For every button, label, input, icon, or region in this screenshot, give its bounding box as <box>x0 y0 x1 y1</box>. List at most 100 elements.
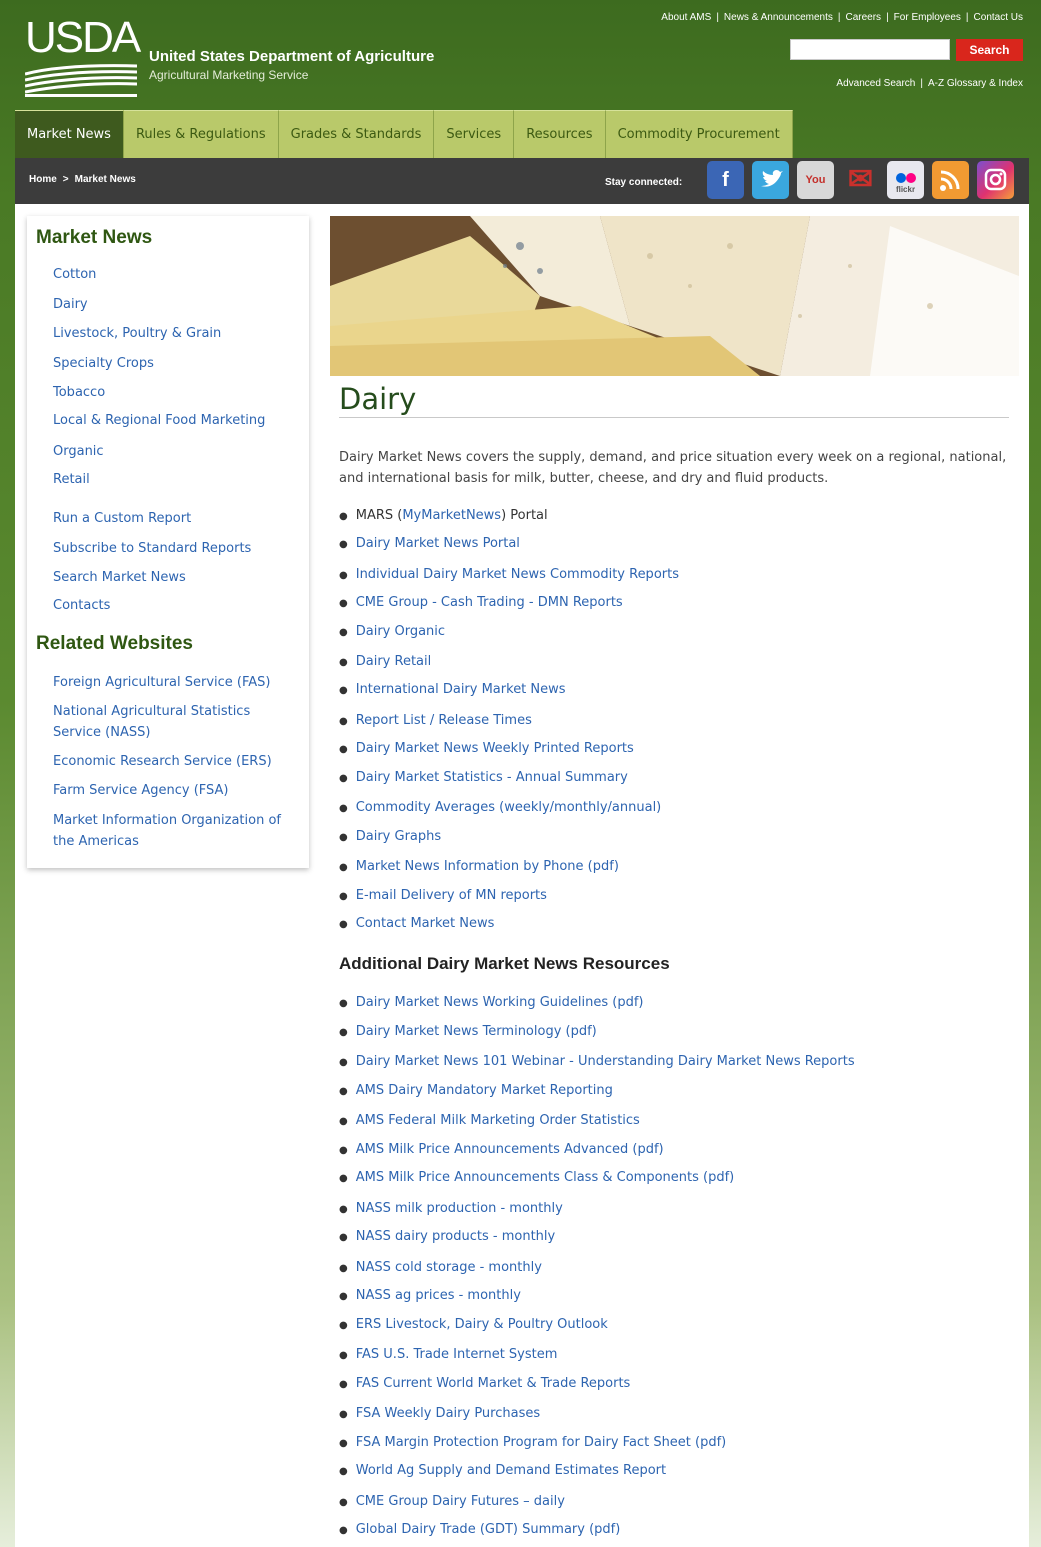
sidebar-item-organic[interactable]: Organic <box>53 441 298 462</box>
sidebar-item-dairy[interactable]: Dairy <box>53 294 298 315</box>
sidebar-item-local-regional[interactable]: Local & Regional Food Marketing <box>53 410 298 431</box>
link-fsa-margin-protection[interactable]: FSA Margin Protection Program for Dairy … <box>356 1435 727 1450</box>
link-dairy-graphs[interactable]: Dairy Graphs <box>356 829 441 844</box>
link-nass-cold-storage[interactable]: NASS cold storage - monthly <box>356 1260 542 1275</box>
list-item: ● Dairy Graphs <box>339 829 442 844</box>
list-item: ● AMS Milk Price Announcements Advanced (… <box>339 1142 664 1157</box>
list-item: ● Dairy Market Statistics - Annual Summar… <box>339 770 628 785</box>
sidebar-item-livestock-poultry-grain[interactable]: Livestock, Poultry & Grain <box>53 323 298 344</box>
list-item: ● NASS ag prices - monthly <box>339 1288 521 1303</box>
link-dairy-retail[interactable]: Dairy Retail <box>356 654 432 669</box>
link-nass-dairy-products[interactable]: NASS dairy products - monthly <box>356 1229 555 1244</box>
facebook-icon[interactable]: f <box>707 161 744 199</box>
search-button[interactable]: Search <box>956 39 1023 61</box>
related-link-fsa[interactable]: Farm Service Agency (FSA) <box>53 780 298 801</box>
list-item: ● AMS Federal Milk Marketing Order Statis… <box>339 1113 640 1128</box>
list-item: ● Dairy Market News Terminology (pdf) <box>339 1024 597 1039</box>
link-101-webinar[interactable]: Dairy Market News 101 Webinar - Understa… <box>356 1054 855 1069</box>
link-about-ams[interactable]: About AMS <box>661 12 711 23</box>
list-item: ● CME Group Dairy Futures – daily <box>339 1494 565 1509</box>
rss-icon[interactable] <box>932 161 969 199</box>
link-advanced-search[interactable]: Advanced Search <box>836 78 915 89</box>
sidebar-item-custom-report[interactable]: Run a Custom Report <box>53 508 298 529</box>
usda-swoosh-icon <box>25 64 137 97</box>
link-report-list[interactable]: Report List / Release Times <box>356 713 532 728</box>
breadcrumb-bar: Home > Market News Stay connected: f You T… <box>15 158 1029 224</box>
dairy-cheese-hero-image <box>330 216 1019 376</box>
list-item: ● AMS Milk Price Announcements Class & Co… <box>339 1170 735 1185</box>
link-milk-price-class[interactable]: AMS Milk Price Announcements Class & Com… <box>356 1170 735 1185</box>
link-wasde-report[interactable]: World Ag Supply and Demand Estimates Rep… <box>356 1463 666 1478</box>
list-item: ● NASS cold storage - monthly <box>339 1260 542 1275</box>
instagram-icon[interactable] <box>977 161 1014 199</box>
link-dairy-market-news-portal[interactable]: Dairy Market News Portal <box>356 536 520 551</box>
stay-connected-label: Stay connected: <box>605 177 683 188</box>
resources-heading: Additional Dairy Market News Resources <box>339 954 670 973</box>
flickr-icon[interactable]: flickr <box>887 161 924 199</box>
related-link-fas[interactable]: Foreign Agricultural Service (FAS) <box>53 672 298 693</box>
link-news-announcements[interactable]: News & Announcements <box>724 12 833 23</box>
tab-resources[interactable]: Resources <box>514 110 606 158</box>
link-dairy-organic[interactable]: Dairy Organic <box>356 624 445 639</box>
link-fmmo-statistics[interactable]: AMS Federal Milk Marketing Order Statist… <box>356 1113 640 1128</box>
link-glossary-index[interactable]: A-Z Glossary & Index <box>928 78 1023 89</box>
list-item: ● FAS Current World Market & Trade Report… <box>339 1376 631 1391</box>
link-weekly-printed-reports[interactable]: Dairy Market News Weekly Printed Reports <box>356 741 634 756</box>
link-gdt-summary[interactable]: Global Dairy Trade (GDT) Summary (pdf) <box>356 1522 621 1537</box>
related-link-nass[interactable]: National Agricultural Statistics Service… <box>53 701 298 743</box>
link-working-guidelines[interactable]: Dairy Market News Working Guidelines (pd… <box>356 995 644 1010</box>
link-fsa-dairy-purchases[interactable]: FSA Weekly Dairy Purchases <box>356 1406 540 1421</box>
email-icon[interactable]: ✉ <box>842 161 879 199</box>
sidebar-item-search-market-news[interactable]: Search Market News <box>53 567 298 588</box>
mymarketnews-link[interactable]: MyMarketNews <box>402 508 501 523</box>
link-terminology[interactable]: Dairy Market News Terminology (pdf) <box>356 1024 597 1039</box>
link-ers-outlook[interactable]: ERS Livestock, Dairy & Poultry Outlook <box>356 1317 608 1332</box>
link-commodity-averages[interactable]: Commodity Averages (weekly/monthly/annua… <box>356 800 662 815</box>
sidebar-item-cotton[interactable]: Cotton <box>53 264 298 285</box>
mars-label-pre: MARS ( <box>355 508 403 523</box>
sidebar-item-contacts[interactable]: Contacts <box>53 595 298 616</box>
link-mandatory-reporting[interactable]: AMS Dairy Mandatory Market Reporting <box>356 1083 613 1098</box>
related-link-mioa[interactable]: Market Information Organization of the A… <box>53 810 298 852</box>
tab-services[interactable]: Services <box>434 110 515 158</box>
intro-text: Dairy Market News covers the supply, dem… <box>339 450 1007 486</box>
link-annual-summary[interactable]: Dairy Market Statistics - Annual Summary <box>356 770 628 785</box>
tab-rules-regulations[interactable]: Rules & Regulations <box>123 110 279 158</box>
link-cme-cash-trading[interactable]: CME Group - Cash Trading - DMN Reports <box>356 595 623 610</box>
usda-logo-text: USDA <box>25 13 141 62</box>
link-fas-world-market[interactable]: FAS Current World Market & Trade Reports <box>356 1376 631 1391</box>
link-milk-price-advanced[interactable]: AMS Milk Price Announcements Advanced (p… <box>356 1142 664 1157</box>
link-cme-dairy-futures[interactable]: CME Group Dairy Futures – daily <box>356 1494 565 1509</box>
tab-market-news[interactable]: Market News <box>15 110 124 158</box>
sidebar-item-specialty-crops[interactable]: Specialty Crops <box>53 353 298 374</box>
social-links: f You Tube ✉ flickr <box>707 161 1014 224</box>
youtube-icon[interactable]: You Tube <box>797 161 834 224</box>
usda-logo[interactable]: USDA <box>25 13 141 100</box>
link-international-dairy[interactable]: International Dairy Market News <box>356 682 566 697</box>
link-nass-ag-prices[interactable]: NASS ag prices - monthly <box>356 1288 521 1303</box>
list-item: ● Contact Market News <box>339 916 495 931</box>
link-for-employees[interactable]: For Employees <box>894 12 961 23</box>
sidebar-item-subscribe[interactable]: Subscribe to Standard Reports <box>53 538 298 559</box>
breadcrumb-home[interactable]: Home <box>29 174 57 185</box>
list-item: ● Individual Dairy Market News Commodity … <box>339 567 679 582</box>
link-contact-us[interactable]: Contact Us <box>974 12 1023 23</box>
tab-grades-standards[interactable]: Grades & Standards <box>278 110 435 158</box>
link-fas-trade-system[interactable]: FAS U.S. Trade Internet System <box>356 1347 558 1362</box>
list-item: ● NASS milk production - monthly <box>339 1201 563 1216</box>
list-item: ● FAS U.S. Trade Internet System <box>339 1347 558 1362</box>
list-item: ● International Dairy Market News <box>339 682 566 697</box>
tab-commodity-procurement[interactable]: Commodity Procurement <box>605 110 793 158</box>
link-careers[interactable]: Careers <box>845 12 881 23</box>
related-link-ers[interactable]: Economic Research Service (ERS) <box>53 751 298 772</box>
sidebar-item-tobacco[interactable]: Tobacco <box>53 382 298 403</box>
twitter-icon[interactable] <box>752 161 789 199</box>
page-title: Dairy <box>339 382 417 416</box>
link-info-by-phone[interactable]: Market News Information by Phone (pdf) <box>356 859 619 874</box>
search-input[interactable] <box>790 39 950 60</box>
link-contact-market-news[interactable]: Contact Market News <box>356 916 495 931</box>
sidebar-item-retail[interactable]: Retail <box>53 469 298 490</box>
link-commodity-reports[interactable]: Individual Dairy Market News Commodity R… <box>356 567 679 582</box>
link-email-delivery[interactable]: E-mail Delivery of MN reports <box>356 888 547 903</box>
link-nass-milk-production[interactable]: NASS milk production - monthly <box>356 1201 563 1216</box>
